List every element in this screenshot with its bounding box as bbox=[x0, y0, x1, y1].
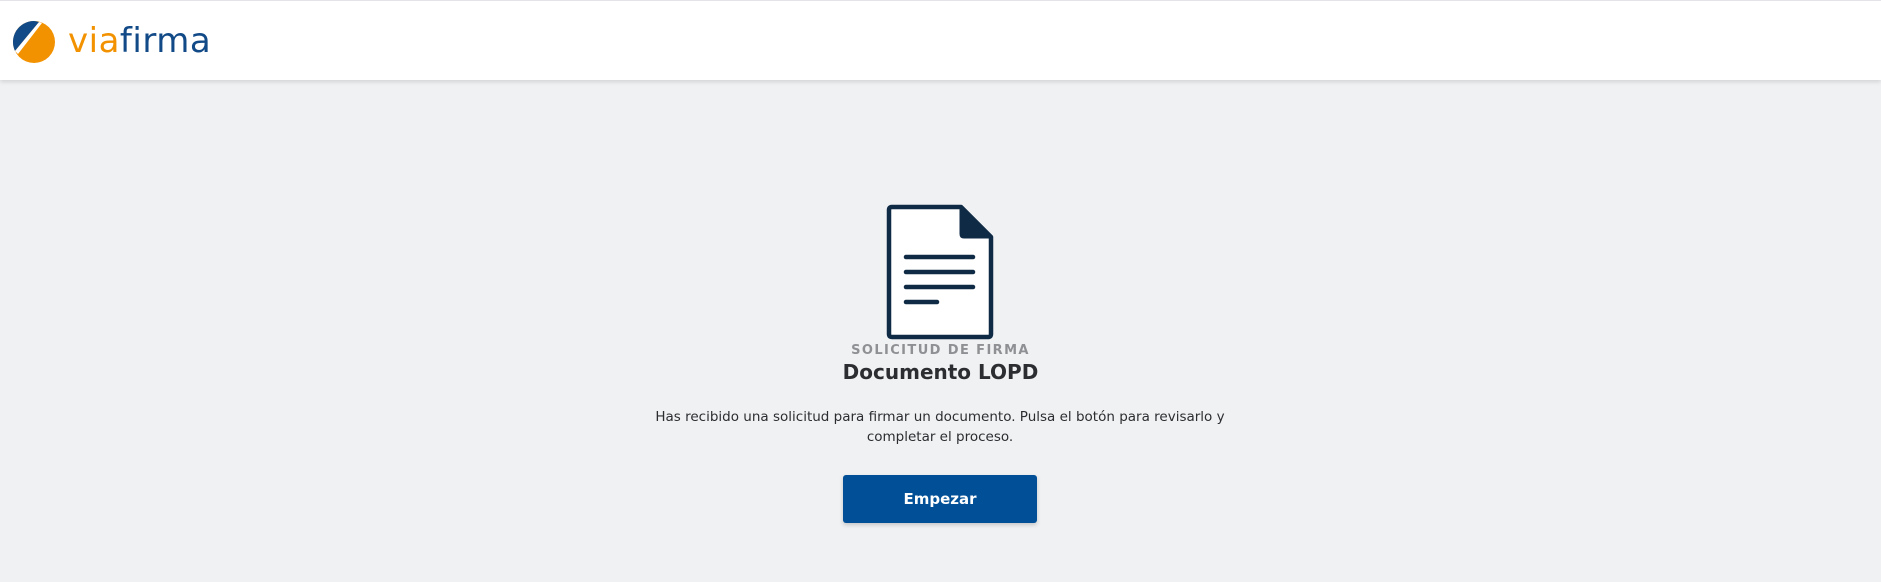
top-bar: viafirma bbox=[0, 0, 1881, 80]
logo-text: viafirma bbox=[68, 24, 211, 58]
signature-request-panel: SOLICITUD DE FIRMA Documento LOPD Has re… bbox=[0, 80, 1881, 582]
instruction-message: Has recibido una solicitud para firmar u… bbox=[655, 409, 1225, 445]
document-icon bbox=[886, 204, 994, 340]
logo-text-via: via bbox=[68, 21, 120, 61]
request-type-label: SOLICITUD DE FIRMA bbox=[851, 343, 1030, 358]
logo-text-firma: firma bbox=[119, 21, 212, 61]
viafirma-logo-icon bbox=[12, 20, 55, 63]
start-button[interactable]: Empezar bbox=[843, 475, 1037, 523]
document-title: Documento LOPD bbox=[842, 360, 1039, 384]
viafirma-logo[interactable]: viafirma bbox=[12, 19, 211, 65]
